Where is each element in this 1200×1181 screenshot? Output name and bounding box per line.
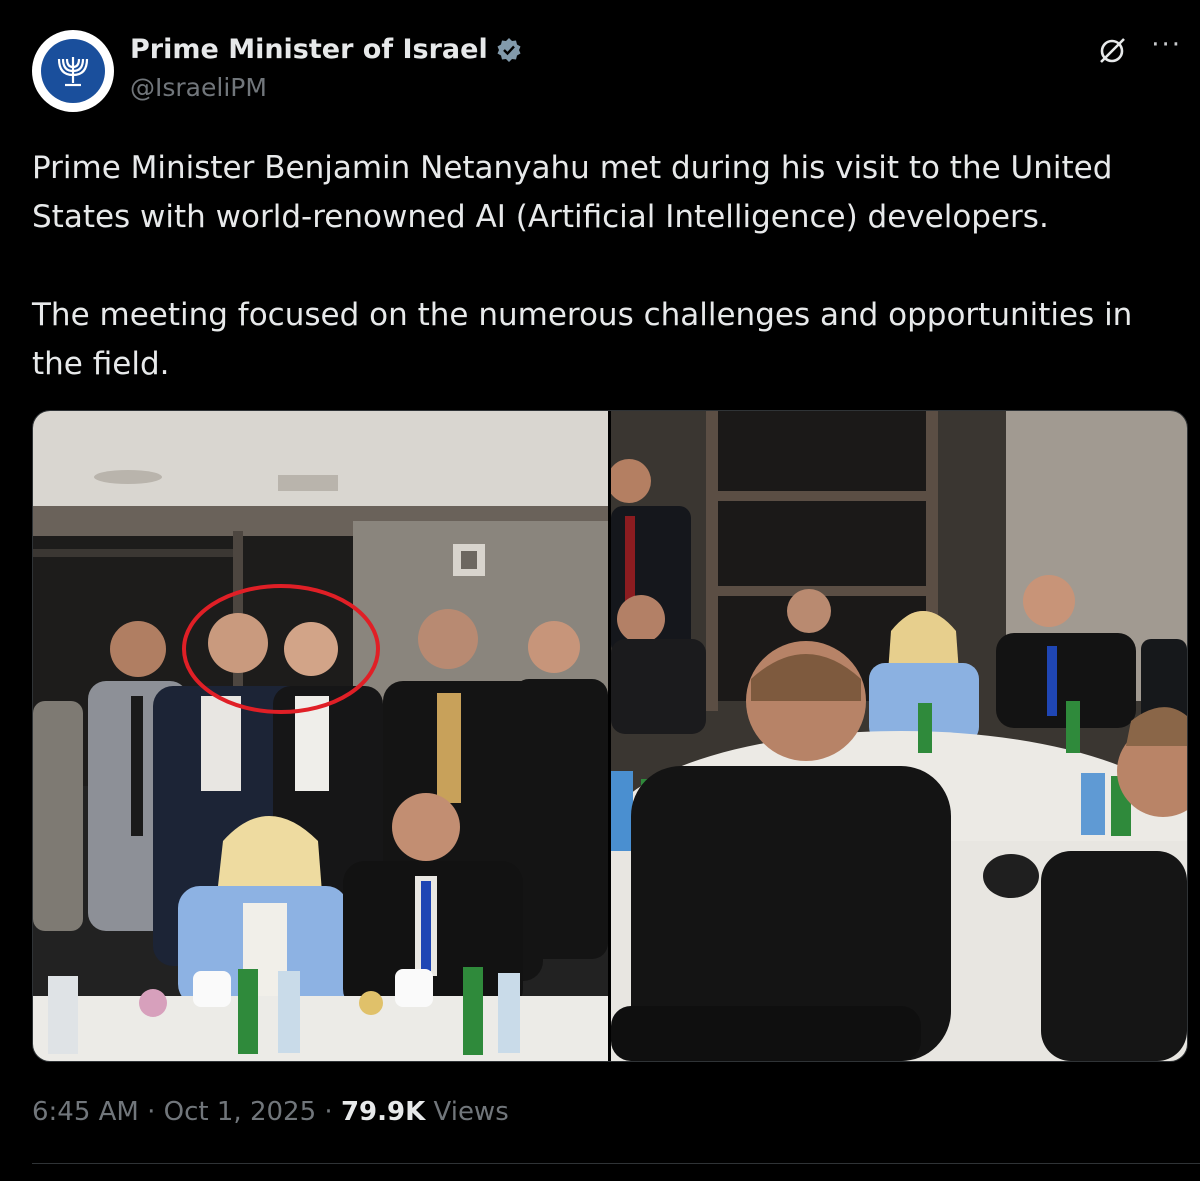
- display-name[interactable]: Prime Minister of Israel: [130, 34, 488, 65]
- account-handle[interactable]: @IsraeliPM: [130, 73, 522, 102]
- roundtable-photo[interactable]: [608, 411, 1187, 1061]
- meta-separator: ·: [324, 1097, 333, 1127]
- views-count: 79.9K: [340, 1097, 426, 1127]
- menorah-emblem-icon: [41, 39, 105, 103]
- divider: [32, 1163, 1200, 1164]
- grok-icon[interactable]: [1095, 34, 1129, 68]
- tweet-text: Prime Minister Benjamin Netanyahu met du…: [32, 144, 1182, 389]
- more-options-icon[interactable]: ···: [1151, 32, 1182, 58]
- verified-badge-icon: [497, 37, 521, 62]
- views-label: Views: [433, 1097, 509, 1127]
- post-time[interactable]: 6:45 AM: [32, 1097, 139, 1127]
- profile-avatar[interactable]: [32, 30, 114, 112]
- post-date[interactable]: Oct 1, 2025: [164, 1097, 316, 1127]
- tweet-paragraph: The meeting focused on the numerous chal…: [32, 297, 1133, 382]
- group-photo[interactable]: [33, 411, 608, 1061]
- tweet-paragraph: Prime Minister Benjamin Netanyahu met du…: [32, 150, 1113, 235]
- meta-separator: ·: [147, 1097, 156, 1127]
- tweet-meta: 6:45 AM · Oct 1, 2025 · 79.9K Views: [32, 1097, 509, 1127]
- media-grid: [32, 410, 1188, 1062]
